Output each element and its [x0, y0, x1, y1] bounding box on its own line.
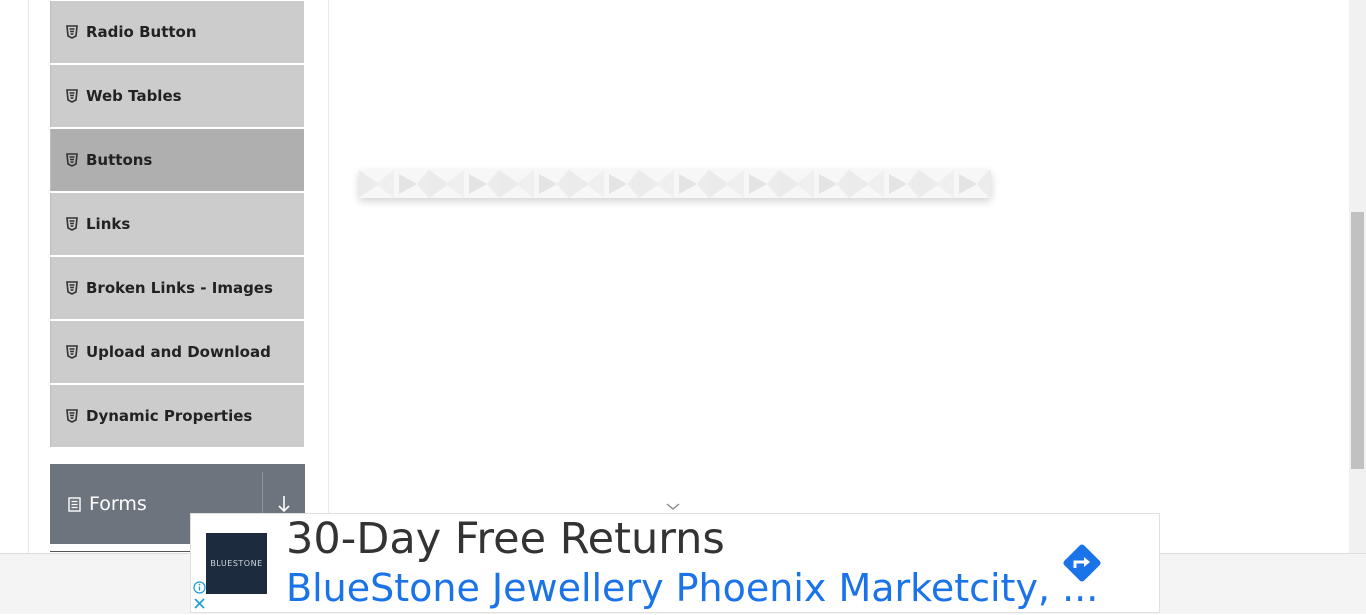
- ad-logo[interactable]: BLUESTONE: [206, 533, 267, 594]
- menu-item-web-tables[interactable]: Web Tables: [50, 65, 304, 127]
- html5-icon: [65, 217, 79, 231]
- menu-item-label: Dynamic Properties: [86, 407, 253, 425]
- html5-icon: [65, 89, 79, 103]
- menu-item-label: Links: [86, 215, 131, 233]
- menu-item-dynamic-properties[interactable]: Dynamic Properties: [50, 385, 304, 447]
- document-icon: [68, 496, 81, 512]
- menu-item-buttons[interactable]: Buttons: [50, 129, 304, 191]
- html5-icon: [65, 345, 79, 359]
- ad-subtitle[interactable]: BlueStone Jewellery Phoenix Marketcity, …: [286, 566, 1098, 610]
- menu-item-links[interactable]: Links: [50, 193, 304, 255]
- menu-item-label: Broken Links - Images: [86, 279, 273, 297]
- menu-item-label: Web Tables: [86, 87, 182, 105]
- menu-item-upload-download[interactable]: Upload and Download: [50, 321, 304, 383]
- ad-banner[interactable]: BLUESTONE 30-Day Free Returns BlueStone …: [190, 513, 1160, 613]
- directions-icon[interactable]: [1058, 539, 1106, 592]
- ad-logo-text: BLUESTONE: [210, 559, 263, 568]
- html5-icon: [65, 153, 79, 167]
- html5-icon: [65, 281, 79, 295]
- page-gutter-line: [28, 0, 29, 613]
- close-icon[interactable]: [193, 597, 206, 615]
- menu-item-label: Upload and Download: [86, 343, 271, 361]
- menu-item-radio-button[interactable]: Radio Button: [50, 1, 304, 63]
- ad-title[interactable]: 30-Day Free Returns: [286, 514, 725, 564]
- menu-item-label: Radio Button: [86, 23, 197, 41]
- menu-item-broken-links[interactable]: Broken Links - Images: [50, 257, 304, 319]
- html5-icon: [65, 25, 79, 39]
- html5-icon: [65, 409, 79, 423]
- loading-placeholder: [359, 170, 991, 198]
- scrollbar-thumb[interactable]: [1351, 212, 1364, 469]
- group-header-label: Forms: [89, 493, 147, 515]
- menu-item-label: Buttons: [86, 151, 153, 169]
